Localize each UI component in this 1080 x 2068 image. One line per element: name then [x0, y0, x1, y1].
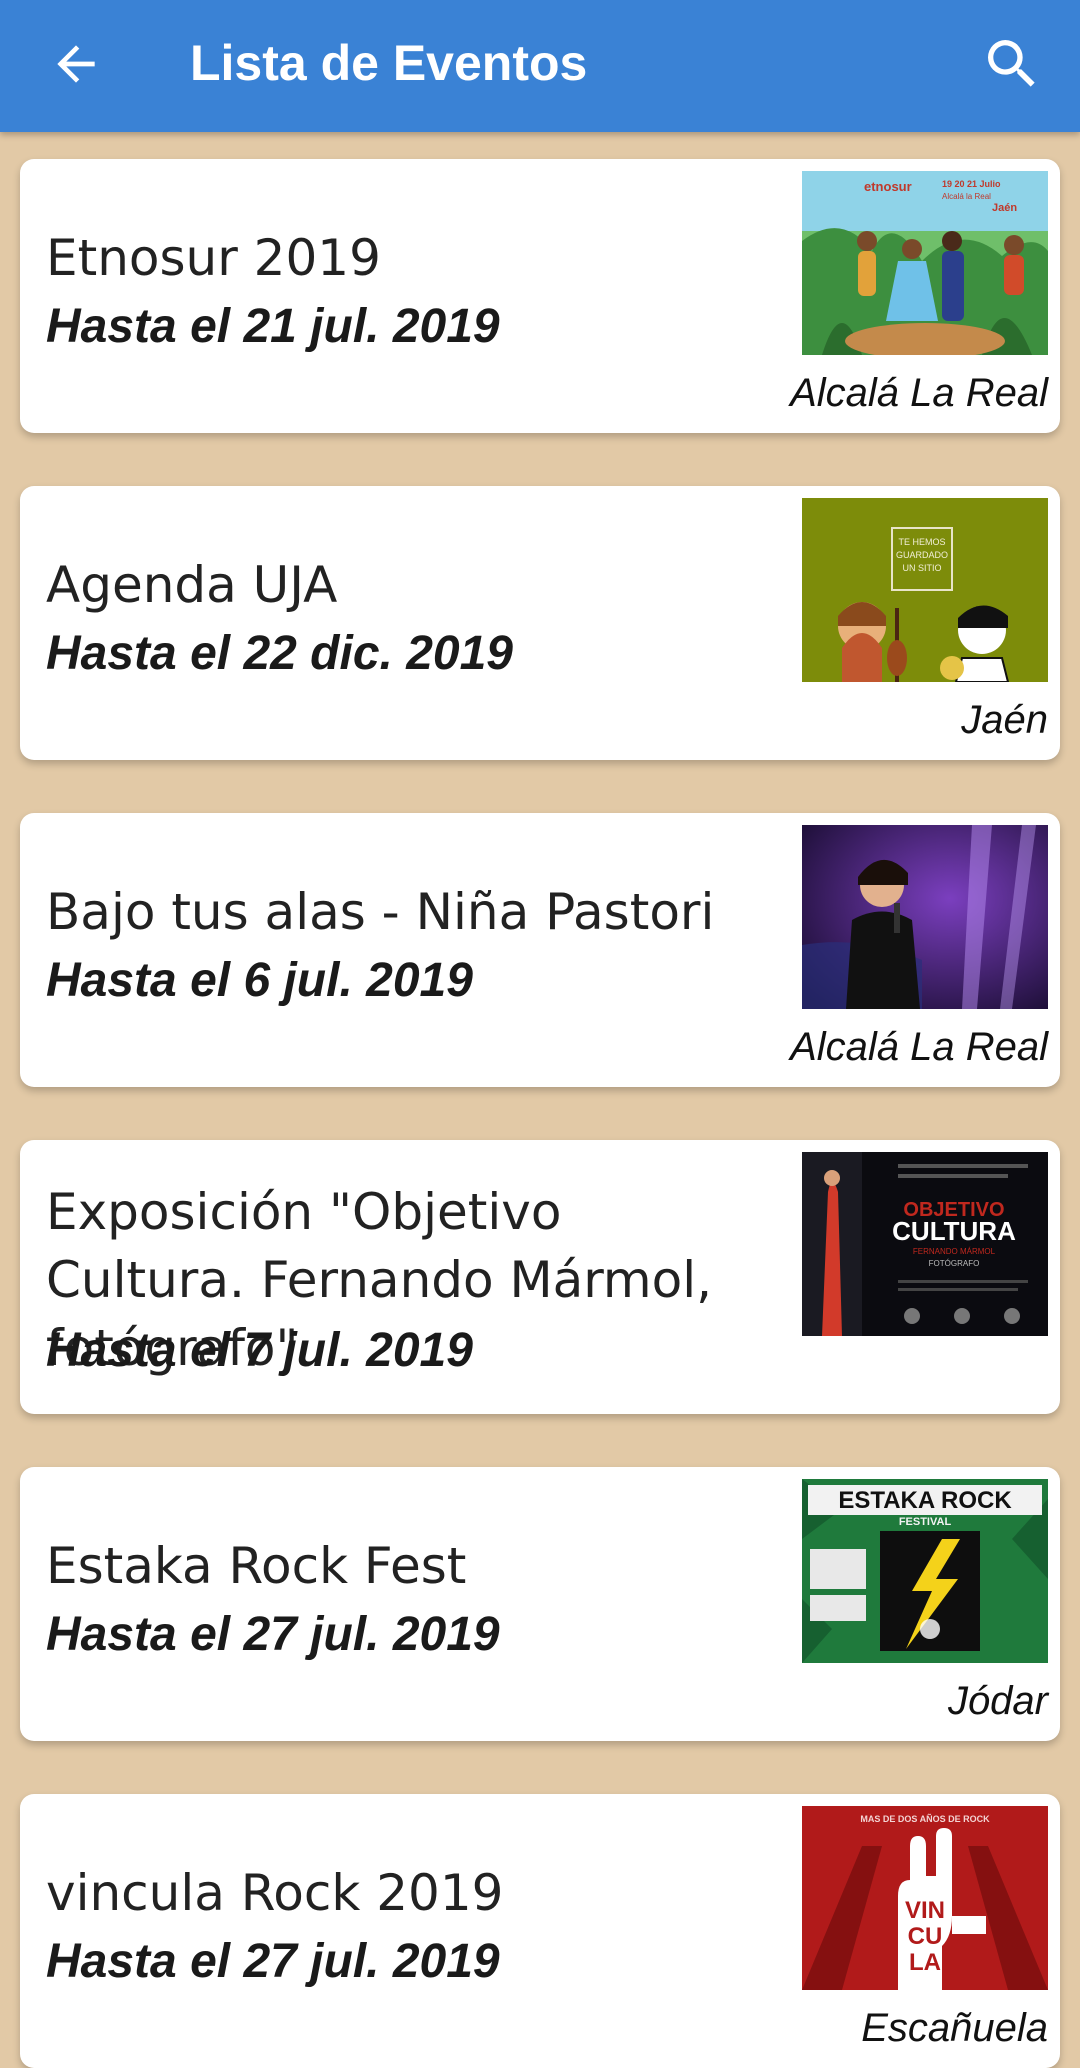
poster-text: ESTAKA ROCK — [838, 1487, 1012, 1514]
back-button[interactable] — [48, 36, 104, 92]
event-place: Escañuela — [861, 2006, 1048, 2050]
event-place: Jódar — [947, 1679, 1048, 1723]
poster-text: CULTURA — [892, 1216, 1016, 1246]
event-place: Jaén — [961, 698, 1048, 742]
event-date: Hasta el 27 jul. 2019 — [46, 1935, 500, 1988]
event-thumbnail: ESTAKA ROCK FESTIVAL — [802, 1479, 1048, 1663]
poster-text: VIN — [905, 1897, 945, 1924]
poster-text: MAS DE DOS AÑOS DE ROCK — [860, 1814, 990, 1824]
event-name: Bajo tus alas - Niña Pastori — [46, 883, 715, 941]
event-thumbnail: MAS DE DOS AÑOS DE ROCK VIN CU LA — [802, 1806, 1048, 1990]
search-button[interactable] — [980, 32, 1044, 96]
arrow-left-icon — [57, 45, 95, 83]
poster-text: CU — [908, 1923, 943, 1950]
event-card[interactable]: Etnosur 2019 Hasta el 21 jul. 2019 etnos… — [20, 159, 1060, 433]
poster-text: Jaén — [992, 202, 1017, 214]
poster-text: Alcalá la Real — [942, 192, 991, 201]
event-place: Alcalá La Real — [790, 371, 1048, 415]
poster-text: FERNANDO MÁRMOL — [913, 1247, 996, 1256]
event-card[interactable]: Agenda UJA Hasta el 22 dic. 2019 TE HEMO… — [20, 486, 1060, 760]
event-name: vincula Rock 2019 — [46, 1864, 504, 1922]
poster-text: TE HEMOS — [898, 537, 945, 547]
event-place: Alcalá La Real — [790, 1025, 1048, 1069]
event-date: Hasta el 22 dic. 2019 — [46, 627, 513, 680]
app-bar: Lista de Eventos — [0, 0, 1080, 132]
event-thumbnail: etnosur 19 20 21 Julio Alcalá la Real Ja… — [802, 171, 1048, 355]
event-card[interactable]: Bajo tus alas - Niña Pastori Hasta el 6 … — [20, 813, 1060, 1087]
poster-text: LA — [909, 1949, 941, 1976]
event-name: Estaka Rock Fest — [46, 1537, 467, 1595]
event-date: Hasta el 7 jul. 2019 — [46, 1324, 473, 1377]
event-card[interactable]: vincula Rock 2019 Hasta el 27 jul. 2019 … — [20, 1794, 1060, 2068]
event-date: Hasta el 27 jul. 2019 — [46, 1608, 500, 1661]
poster-text: FOTÓGRAFO — [929, 1259, 980, 1268]
event-list: Etnosur 2019 Hasta el 21 jul. 2019 etnos… — [0, 0, 1080, 2068]
event-thumbnail: OBJETIVO CULTURA FERNANDO MÁRMOL FOTÓGRA… — [802, 1152, 1048, 1336]
event-card[interactable]: Estaka Rock Fest Hasta el 27 jul. 2019 E… — [20, 1467, 1060, 1741]
search-icon — [988, 40, 1035, 87]
event-date: Hasta el 6 jul. 2019 — [46, 954, 473, 1007]
event-thumbnail: TE HEMOS GUARDADO UN SITIO — [802, 498, 1048, 682]
poster-text: UN SITIO — [902, 563, 941, 573]
poster-text: GUARDADO — [896, 550, 948, 560]
poster-text: etnosur — [864, 179, 912, 194]
poster-text: 19 20 21 Julio — [942, 179, 1001, 189]
event-date: Hasta el 21 jul. 2019 — [46, 300, 500, 353]
event-card[interactable]: Exposición "Objetivo Cultura. Fernando M… — [20, 1140, 1060, 1414]
page-title: Lista de Eventos — [190, 35, 588, 91]
event-name: Agenda UJA — [46, 556, 338, 614]
poster-text: FESTIVAL — [899, 1516, 952, 1528]
event-thumbnail — [802, 825, 1048, 1009]
event-name: Etnosur 2019 — [46, 229, 381, 287]
